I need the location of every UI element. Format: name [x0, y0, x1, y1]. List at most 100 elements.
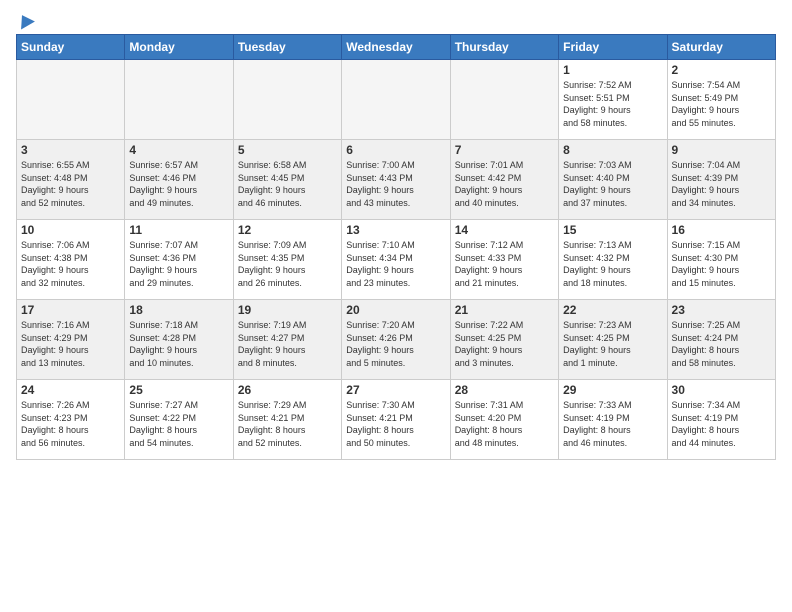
day-info: Sunrise: 7:01 AMSunset: 4:42 PMDaylight:… — [455, 159, 554, 209]
calendar-cell: 10 Sunrise: 7:06 AMSunset: 4:38 PMDayligh… — [17, 220, 125, 300]
calendar-header-wednesday: Wednesday — [342, 35, 450, 60]
day-number: 15 — [563, 223, 662, 237]
calendar-cell: 2 Sunrise: 7:54 AMSunset: 5:49 PMDaylight… — [667, 60, 775, 140]
calendar-cell: 1 Sunrise: 7:52 AMSunset: 5:51 PMDaylight… — [559, 60, 667, 140]
day-number: 13 — [346, 223, 445, 237]
calendar-cell: 16 Sunrise: 7:15 AMSunset: 4:30 PMDayligh… — [667, 220, 775, 300]
calendar-cell: 11 Sunrise: 7:07 AMSunset: 4:36 PMDayligh… — [125, 220, 233, 300]
day-number: 2 — [672, 63, 771, 77]
day-info: Sunrise: 7:34 AMSunset: 4:19 PMDaylight:… — [672, 399, 771, 449]
calendar-cell: 7 Sunrise: 7:01 AMSunset: 4:42 PMDaylight… — [450, 140, 558, 220]
calendar-week-1: 1 Sunrise: 7:52 AMSunset: 5:51 PMDaylight… — [17, 60, 776, 140]
calendar-header-tuesday: Tuesday — [233, 35, 341, 60]
day-number: 21 — [455, 303, 554, 317]
day-info: Sunrise: 7:06 AMSunset: 4:38 PMDaylight:… — [21, 239, 120, 289]
calendar-header-row: SundayMondayTuesdayWednesdayThursdayFrid… — [17, 35, 776, 60]
day-number: 25 — [129, 383, 228, 397]
calendar-cell: 28Sunrise: 7:31 AMSunset: 4:20 PMDayligh… — [450, 380, 558, 460]
day-number: 17 — [21, 303, 120, 317]
calendar-cell: 12 Sunrise: 7:09 AMSunset: 4:35 PMDayligh… — [233, 220, 341, 300]
day-info: Sunrise: 7:52 AMSunset: 5:51 PMDaylight:… — [563, 79, 662, 129]
calendar-cell: 5 Sunrise: 6:58 AMSunset: 4:45 PMDaylight… — [233, 140, 341, 220]
day-number: 10 — [21, 223, 120, 237]
day-number: 26 — [238, 383, 337, 397]
calendar-cell: 9 Sunrise: 7:04 AMSunset: 4:39 PMDaylight… — [667, 140, 775, 220]
day-info: Sunrise: 7:29 AMSunset: 4:21 PMDaylight:… — [238, 399, 337, 449]
day-info: Sunrise: 7:22 AMSunset: 4:25 PMDaylight:… — [455, 319, 554, 369]
day-number: 14 — [455, 223, 554, 237]
calendar-cell: 20 Sunrise: 7:20 AMSunset: 4:26 PMDayligh… — [342, 300, 450, 380]
day-number: 30 — [672, 383, 771, 397]
day-number: 8 — [563, 143, 662, 157]
calendar-header-saturday: Saturday — [667, 35, 775, 60]
calendar-header-monday: Monday — [125, 35, 233, 60]
day-number: 18 — [129, 303, 228, 317]
day-info: Sunrise: 7:04 AMSunset: 4:39 PMDaylight:… — [672, 159, 771, 209]
day-number: 12 — [238, 223, 337, 237]
day-info: Sunrise: 7:00 AMSunset: 4:43 PMDaylight:… — [346, 159, 445, 209]
calendar-cell: 19Sunrise: 7:19 AMSunset: 4:27 PMDayligh… — [233, 300, 341, 380]
calendar-week-5: 24Sunrise: 7:26 AMSunset: 4:23 PMDayligh… — [17, 380, 776, 460]
calendar-cell: 4 Sunrise: 6:57 AMSunset: 4:46 PMDaylight… — [125, 140, 233, 220]
day-number: 16 — [672, 223, 771, 237]
calendar-cell: 13Sunrise: 7:10 AMSunset: 4:34 PMDayligh… — [342, 220, 450, 300]
day-info: Sunrise: 7:09 AMSunset: 4:35 PMDaylight:… — [238, 239, 337, 289]
day-info: Sunrise: 6:55 AMSunset: 4:48 PMDaylight:… — [21, 159, 120, 209]
day-info: Sunrise: 7:25 AMSunset: 4:24 PMDaylight:… — [672, 319, 771, 369]
day-info: Sunrise: 7:20 AMSunset: 4:26 PMDaylight:… — [346, 319, 445, 369]
day-info: Sunrise: 7:31 AMSunset: 4:20 PMDaylight:… — [455, 399, 554, 449]
day-info: Sunrise: 7:07 AMSunset: 4:36 PMDaylight:… — [129, 239, 228, 289]
day-number: 5 — [238, 143, 337, 157]
calendar-cell: 15 Sunrise: 7:13 AMSunset: 4:32 PMDayligh… — [559, 220, 667, 300]
calendar-header-sunday: Sunday — [17, 35, 125, 60]
day-info: Sunrise: 7:19 AMSunset: 4:27 PMDaylight:… — [238, 319, 337, 369]
day-number: 22 — [563, 303, 662, 317]
day-info: Sunrise: 7:54 AMSunset: 5:49 PMDaylight:… — [672, 79, 771, 129]
day-info: Sunrise: 6:58 AMSunset: 4:45 PMDaylight:… — [238, 159, 337, 209]
calendar-week-3: 10 Sunrise: 7:06 AMSunset: 4:38 PMDayligh… — [17, 220, 776, 300]
day-number: 7 — [455, 143, 554, 157]
day-info: Sunrise: 7:18 AMSunset: 4:28 PMDaylight:… — [129, 319, 228, 369]
logo — [16, 16, 34, 28]
calendar-week-4: 17Sunrise: 7:16 AMSunset: 4:29 PMDayligh… — [17, 300, 776, 380]
day-number: 11 — [129, 223, 228, 237]
day-number: 6 — [346, 143, 445, 157]
day-number: 23 — [672, 303, 771, 317]
calendar-cell: 23 Sunrise: 7:25 AMSunset: 4:24 PMDayligh… — [667, 300, 775, 380]
day-info: Sunrise: 7:03 AMSunset: 4:40 PMDaylight:… — [563, 159, 662, 209]
day-number: 20 — [346, 303, 445, 317]
day-info: Sunrise: 7:23 AMSunset: 4:25 PMDaylight:… — [563, 319, 662, 369]
header — [16, 12, 776, 28]
page: SundayMondayTuesdayWednesdayThursdayFrid… — [0, 0, 792, 468]
calendar-cell: 26 Sunrise: 7:29 AMSunset: 4:21 PMDayligh… — [233, 380, 341, 460]
day-number: 29 — [563, 383, 662, 397]
logo-triangle-icon — [15, 11, 35, 29]
calendar-cell: 8 Sunrise: 7:03 AMSunset: 4:40 PMDaylight… — [559, 140, 667, 220]
calendar-cell: 21 Sunrise: 7:22 AMSunset: 4:25 PMDayligh… — [450, 300, 558, 380]
calendar-cell: 22 Sunrise: 7:23 AMSunset: 4:25 PMDayligh… — [559, 300, 667, 380]
day-number: 4 — [129, 143, 228, 157]
day-number: 3 — [21, 143, 120, 157]
day-info: Sunrise: 7:26 AMSunset: 4:23 PMDaylight:… — [21, 399, 120, 449]
calendar-cell: 6 Sunrise: 7:00 AMSunset: 4:43 PMDaylight… — [342, 140, 450, 220]
calendar-cell: 30 Sunrise: 7:34 AMSunset: 4:19 PMDayligh… — [667, 380, 775, 460]
calendar-cell — [125, 60, 233, 140]
day-info: Sunrise: 7:13 AMSunset: 4:32 PMDaylight:… — [563, 239, 662, 289]
calendar-cell — [342, 60, 450, 140]
calendar-cell: 25 Sunrise: 7:27 AMSunset: 4:22 PMDayligh… — [125, 380, 233, 460]
calendar-cell: 17Sunrise: 7:16 AMSunset: 4:29 PMDayligh… — [17, 300, 125, 380]
calendar-header-thursday: Thursday — [450, 35, 558, 60]
calendar-cell: 3 Sunrise: 6:55 AMSunset: 4:48 PMDaylight… — [17, 140, 125, 220]
day-info: Sunrise: 7:15 AMSunset: 4:30 PMDaylight:… — [672, 239, 771, 289]
calendar-cell: 27Sunrise: 7:30 AMSunset: 4:21 PMDayligh… — [342, 380, 450, 460]
calendar-cell: 29Sunrise: 7:33 AMSunset: 4:19 PMDayligh… — [559, 380, 667, 460]
day-number: 9 — [672, 143, 771, 157]
day-info: Sunrise: 6:57 AMSunset: 4:46 PMDaylight:… — [129, 159, 228, 209]
day-info: Sunrise: 7:12 AMSunset: 4:33 PMDaylight:… — [455, 239, 554, 289]
day-info: Sunrise: 7:27 AMSunset: 4:22 PMDaylight:… — [129, 399, 228, 449]
calendar-cell: 18 Sunrise: 7:18 AMSunset: 4:28 PMDayligh… — [125, 300, 233, 380]
calendar: SundayMondayTuesdayWednesdayThursdayFrid… — [16, 34, 776, 460]
calendar-cell — [233, 60, 341, 140]
calendar-cell: 14 Sunrise: 7:12 AMSunset: 4:33 PMDayligh… — [450, 220, 558, 300]
day-number: 1 — [563, 63, 662, 77]
